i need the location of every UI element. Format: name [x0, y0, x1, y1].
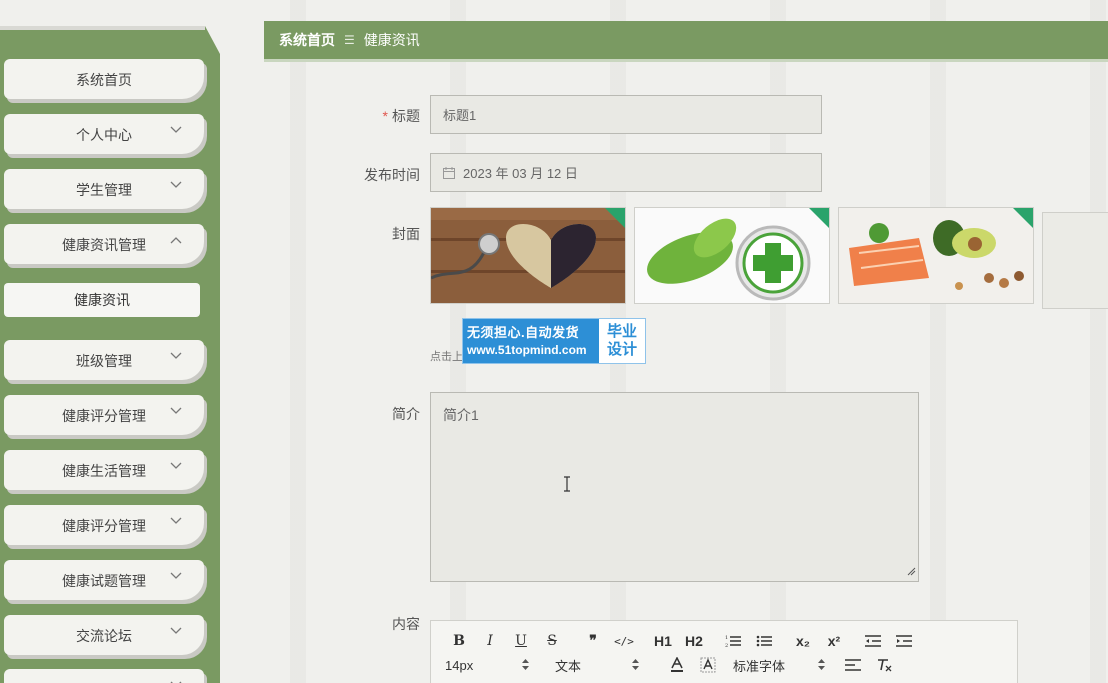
sidebar-subitem-health-news[interactable]: 健康资讯 — [4, 283, 200, 317]
bullet-list-icon[interactable] — [750, 631, 778, 651]
select-arrows-icon — [522, 658, 529, 673]
required-mark: * — [382, 108, 388, 124]
select-arrows-icon — [632, 658, 639, 673]
bold-button[interactable]: B — [445, 631, 473, 651]
sidebar-item-health-life-management[interactable]: 健康生活管理 — [4, 450, 204, 490]
strike-button[interactable]: S — [538, 631, 566, 651]
subscript-button[interactable]: x₂ — [789, 631, 817, 651]
resize-grip-icon[interactable] — [907, 563, 916, 579]
breadcrumb: 系统首页 ☰ 健康资讯 — [264, 21, 1108, 62]
block-type-select[interactable]: 文本 — [555, 656, 639, 675]
sidebar-item-more[interactable] — [4, 669, 204, 683]
select-arrows-icon — [818, 658, 825, 673]
clear-format-icon[interactable] — [870, 655, 898, 675]
font-family-select[interactable]: 标准字体 — [733, 656, 825, 675]
upload-hint: 点击上 — [430, 351, 463, 363]
chevron-down-icon — [170, 124, 182, 136]
title-label: * 标题 — [320, 106, 420, 126]
cover-image-heart-stethoscope[interactable] — [430, 207, 626, 304]
chevron-down-icon — [170, 405, 182, 417]
sidebar-item-label: 交流论坛 — [76, 628, 132, 644]
chevron-down-icon — [170, 460, 182, 472]
sidebar-item-health-score-management-2[interactable]: 健康评分管理 — [4, 505, 204, 545]
quote-button[interactable]: ❞ — [579, 631, 607, 651]
title-input[interactable]: 标题1 — [430, 95, 822, 134]
ordered-list-icon[interactable]: 12 — [719, 631, 747, 651]
intro-label: 简介 — [392, 406, 420, 422]
sidebar-item-label: 健康试题管理 — [62, 573, 146, 589]
selected-corner-badge — [604, 208, 625, 229]
block-type-value: 文本 — [555, 658, 582, 674]
sidebar-item-label: 健康生活管理 — [62, 463, 146, 479]
selected-corner-badge — [1012, 208, 1033, 229]
breadcrumb-home[interactable]: 系统首页 — [279, 30, 335, 50]
code-button[interactable]: </> — [610, 631, 638, 651]
h1-button[interactable]: H1 — [649, 631, 677, 651]
sidebar-item-student-management[interactable]: 学生管理 — [4, 169, 204, 209]
sidebar-item-class-management[interactable]: 班级管理 — [4, 340, 204, 380]
sidebar-item-home[interactable]: 系统首页 — [4, 59, 204, 99]
intro-textarea-value: 简介1 — [443, 407, 479, 423]
align-left-icon[interactable] — [839, 655, 867, 675]
italic-button[interactable]: I — [476, 631, 504, 651]
sidebar-item-health-score-management[interactable]: 健康评分管理 — [4, 395, 204, 435]
indent-icon[interactable] — [890, 631, 918, 651]
chevron-down-icon — [170, 515, 182, 527]
sidebar-item-label: 健康资讯管理 — [62, 237, 146, 253]
sidebar-item-label: 学生管理 — [76, 182, 132, 198]
title-label-text: 标题 — [392, 108, 420, 124]
h2-button[interactable]: H2 — [680, 631, 708, 651]
sidebar-subitem-label: 健康资讯 — [74, 292, 130, 308]
title-input-value: 标题1 — [443, 108, 477, 123]
breadcrumb-current: 健康资讯 — [363, 32, 420, 48]
watermark-line1: 无须担心.自动发货 — [467, 325, 580, 340]
sidebar-item-forum[interactable]: 交流论坛 — [4, 615, 204, 655]
chevron-down-icon — [170, 679, 182, 683]
chevron-down-icon — [170, 570, 182, 582]
watermark-right1: 毕业 — [606, 323, 637, 340]
font-family-value: 标准字体 — [733, 658, 786, 674]
date-input[interactable]: 2023 年 03 月 12 日 — [430, 153, 822, 192]
chevron-up-icon — [170, 234, 182, 246]
cover-image-salmon-avocado[interactable] — [838, 207, 1034, 304]
text-cursor-icon — [562, 476, 572, 496]
date-input-value: 2023 年 03 月 12 日 — [463, 166, 578, 181]
content-label: 内容 — [392, 616, 420, 632]
cover-label: 封面 — [392, 226, 420, 242]
sidebar-item-health-exam-management[interactable]: 健康试题管理 — [4, 560, 204, 600]
sidebar-item-label: 个人中心 — [76, 127, 132, 143]
underline-button[interactable]: U — [507, 631, 535, 651]
sidebar-top-edge — [0, 26, 205, 30]
rich-text-editor[interactable]: B I U S ❞ </> H1 H2 12 x₂ x² 14px 文本 标准字… — [430, 620, 1018, 683]
svg-text:1: 1 — [725, 635, 728, 641]
outdent-icon[interactable] — [859, 631, 887, 651]
breadcrumb-separator: ☰ — [344, 33, 355, 47]
cover-image-green-cross[interactable] — [634, 207, 830, 304]
cover-upload-button[interactable] — [1042, 212, 1108, 309]
font-size-value: 14px — [445, 657, 474, 673]
font-size-select[interactable]: 14px — [445, 658, 529, 673]
chevron-down-icon — [170, 350, 182, 362]
sidebar-item-label: 健康评分管理 — [62, 408, 146, 424]
sidebar-item-health-news-management[interactable]: 健康资讯管理 — [4, 224, 204, 264]
sidebar-item-label: 班级管理 — [76, 353, 132, 369]
watermark-right2: 设计 — [606, 341, 637, 358]
watermark-overlay: 无须担心.自动发货 www.51topmind.com 毕业 设计 — [462, 318, 646, 364]
chevron-down-icon — [170, 179, 182, 191]
sidebar-item-personal-center[interactable]: 个人中心 — [4, 114, 204, 154]
svg-text:2: 2 — [725, 643, 728, 648]
calendar-icon — [443, 166, 455, 179]
intro-textarea[interactable]: 简介1 — [430, 392, 919, 582]
sidebar-item-label: 系统首页 — [76, 72, 132, 88]
watermark-line2: www.51topmind.com — [467, 343, 587, 357]
date-label: 发布时间 — [364, 167, 420, 183]
background-color-icon[interactable] — [694, 655, 722, 675]
sidebar-item-label: 健康评分管理 — [62, 518, 146, 534]
chevron-down-icon — [170, 625, 182, 637]
font-color-icon[interactable] — [663, 655, 691, 675]
superscript-button[interactable]: x² — [820, 631, 848, 651]
selected-corner-badge — [808, 208, 829, 229]
